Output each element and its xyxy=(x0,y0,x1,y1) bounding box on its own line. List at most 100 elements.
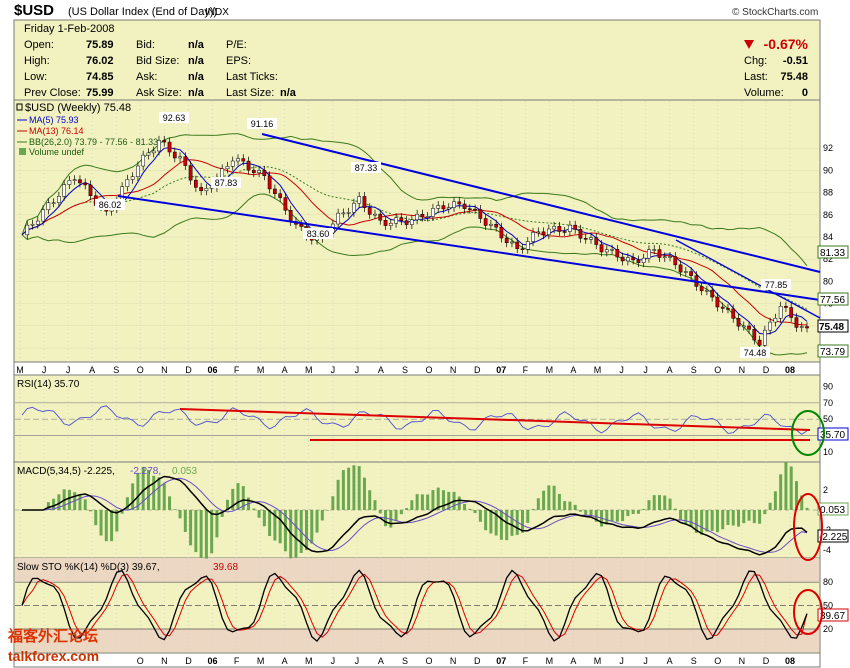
sto-legend: Slow STO %K(14) %D(3) 39.67, xyxy=(17,562,160,573)
candle-body xyxy=(726,308,730,310)
asksize-value: n/a xyxy=(188,87,205,99)
high-label: High: xyxy=(24,55,50,67)
macd-histogram-bar xyxy=(173,509,177,510)
candle-body xyxy=(262,170,267,177)
candle-body xyxy=(362,196,367,208)
top-xaxis-label: S xyxy=(402,365,408,375)
candle-body xyxy=(520,248,525,250)
candle-body xyxy=(536,231,541,234)
candle-body xyxy=(336,212,340,225)
top-xaxis-label: M xyxy=(546,365,554,375)
candle-body xyxy=(757,339,762,346)
high-value: 76.02 xyxy=(86,55,114,67)
macd-histogram-bar xyxy=(378,510,382,514)
candle-body xyxy=(647,249,651,259)
price-tick-label: 92 xyxy=(823,143,833,153)
macd-value-tag-text: -2.225 xyxy=(819,532,848,543)
macd-histogram-bar xyxy=(563,501,567,510)
macd-histogram-bar xyxy=(710,510,714,531)
macd-histogram-bar xyxy=(473,510,477,514)
candle-body xyxy=(357,196,362,204)
candle-body xyxy=(636,259,641,263)
candle-body xyxy=(141,154,146,167)
candle-body xyxy=(241,158,246,162)
bottom-xaxis-label: 08 xyxy=(785,656,795,666)
bottom-xaxis-label: 07 xyxy=(496,656,506,666)
macd-histogram-bar xyxy=(526,510,530,523)
candle-body xyxy=(741,325,746,328)
candle-body xyxy=(251,169,256,173)
candle-body xyxy=(657,249,662,258)
macd-histogram-bar xyxy=(420,494,424,510)
candle-body xyxy=(773,317,778,323)
last-value: 75.48 xyxy=(780,71,808,83)
eps-label: EPS: xyxy=(226,55,251,67)
bottom-xaxis-label: F xyxy=(234,656,240,666)
candle-body xyxy=(705,289,709,292)
candle-body xyxy=(789,307,794,318)
macd-histogram-bar xyxy=(415,494,419,510)
candle-body xyxy=(57,196,61,203)
candle-body xyxy=(67,180,72,185)
chg-value: -0.51 xyxy=(783,55,808,67)
candle-body xyxy=(425,216,430,218)
macd-histogram-bar xyxy=(705,510,709,532)
low-label: Low: xyxy=(24,71,47,83)
candle-body xyxy=(383,220,388,226)
price-annotation: 83.60 xyxy=(307,229,330,239)
candle-body xyxy=(473,208,477,211)
macd-hist-tag-text: 0.053 xyxy=(820,505,845,516)
macd-histogram-bar xyxy=(568,501,572,510)
bidsize-label: Bid Size: xyxy=(136,55,179,67)
bb-legend: BB(26,2.0) 73.79 - 77.56 - 81.33 xyxy=(29,137,158,147)
macd-histogram-bar xyxy=(352,465,356,510)
candle-body xyxy=(83,182,88,186)
bottom-xaxis-label: M xyxy=(257,656,265,666)
last-label: Last: xyxy=(744,71,768,83)
top-xaxis-label: S xyxy=(691,365,697,375)
candle-body xyxy=(678,264,683,273)
candle-body xyxy=(62,184,66,197)
macd-histogram-bar xyxy=(684,510,688,524)
lastsize-label: Last Size: xyxy=(226,87,274,99)
top-xaxis-label: A xyxy=(378,365,384,375)
candle-body xyxy=(246,160,251,171)
top-xaxis-label: J xyxy=(331,365,336,375)
candle-body xyxy=(146,152,151,156)
price-annotation: 91.16 xyxy=(251,119,274,129)
bb-lower-tag-text: 73.79 xyxy=(820,347,845,358)
chart-name: (US Dollar Index (End of Day)) xyxy=(68,6,217,18)
candle-body xyxy=(183,156,188,166)
candle-body xyxy=(30,223,35,226)
macd-histogram-bar xyxy=(605,510,609,525)
candle-body xyxy=(78,179,82,184)
candle-body xyxy=(504,237,509,244)
bottom-xaxis-label: 06 xyxy=(207,656,217,666)
candle-body xyxy=(610,248,614,251)
candle-body xyxy=(510,241,514,244)
macd-histogram-bar xyxy=(773,491,777,510)
price-annotation: 87.33 xyxy=(355,163,378,173)
open-label: Open: xyxy=(24,39,54,51)
top-xaxis-label: D xyxy=(474,365,481,375)
candle-body xyxy=(420,213,425,218)
bottom-xaxis-label: J xyxy=(619,656,624,666)
macd-histogram-bar xyxy=(426,494,430,510)
top-xaxis-label: O xyxy=(714,365,721,375)
macd-histogram-bar xyxy=(731,510,735,526)
price-annotation: 92.63 xyxy=(163,113,186,123)
candle-body xyxy=(162,140,167,143)
candle-body xyxy=(467,208,472,210)
top-xaxis-label: N xyxy=(739,365,746,375)
candle-body xyxy=(720,306,725,309)
sto-d-legend: 39.68 xyxy=(213,562,238,573)
candle-body xyxy=(346,212,351,214)
candle-body xyxy=(220,168,225,179)
price-annotation: 77.85 xyxy=(765,280,788,290)
candle-body xyxy=(778,305,783,319)
rsi-legend: RSI(14) 35.70 xyxy=(17,379,80,390)
candle-body xyxy=(267,175,272,190)
bottom-xaxis-label: A xyxy=(667,656,673,666)
bottom-xaxis-label: D xyxy=(474,656,481,666)
macd-histogram-bar xyxy=(657,495,661,510)
